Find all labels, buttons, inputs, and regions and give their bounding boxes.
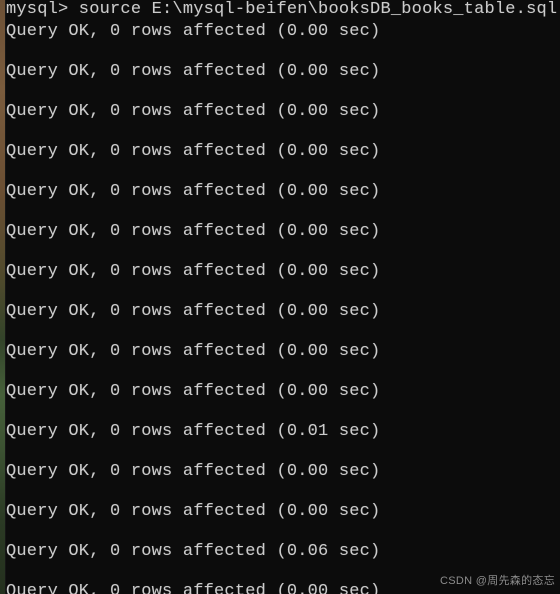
terminal-output-line: Query OK, 0 rows affected (0.00 sec) xyxy=(6,502,381,521)
terminal-output-line-clipped: Query OK, 0 rows affected (0.00 sec) xyxy=(6,582,381,594)
desktop-wallpaper-strip xyxy=(0,0,5,594)
terminal-output-line: Query OK, 0 rows affected (0.06 sec) xyxy=(6,542,381,561)
terminal-output-line: Query OK, 0 rows affected (0.00 sec) xyxy=(6,142,381,161)
terminal-output-line: Query OK, 0 rows affected (0.00 sec) xyxy=(6,102,381,121)
terminal-output-line: Query OK, 0 rows affected (0.00 sec) xyxy=(6,182,381,201)
terminal-output-line: Query OK, 0 rows affected (0.00 sec) xyxy=(6,222,381,241)
terminal-output-line: Query OK, 0 rows affected (0.00 sec) xyxy=(6,62,381,81)
mysql-terminal-window[interactable]: mysql> source E:\mysql-beifen\booksDB_bo… xyxy=(0,0,560,594)
terminal-output-line: Query OK, 0 rows affected (0.00 sec) xyxy=(6,262,381,281)
console-window-left-border xyxy=(5,0,6,594)
terminal-output-line: Query OK, 0 rows affected (0.00 sec) xyxy=(6,382,381,401)
terminal-prompt-line: mysql> source E:\mysql-beifen\booksDB_bo… xyxy=(6,0,558,19)
terminal-output-area[interactable]: mysql> source E:\mysql-beifen\booksDB_bo… xyxy=(6,0,560,594)
terminal-output-line: Query OK, 0 rows affected (0.00 sec) xyxy=(6,342,381,361)
csdn-watermark: CSDN @周先森的态忘 xyxy=(440,575,555,587)
terminal-output-line: Query OK, 0 rows affected (0.00 sec) xyxy=(6,302,381,321)
terminal-output-line: Query OK, 0 rows affected (0.01 sec) xyxy=(6,422,381,441)
terminal-output-line: Query OK, 0 rows affected (0.00 sec) xyxy=(6,462,381,481)
terminal-output-line: Query OK, 0 rows affected (0.00 sec) xyxy=(6,22,381,41)
